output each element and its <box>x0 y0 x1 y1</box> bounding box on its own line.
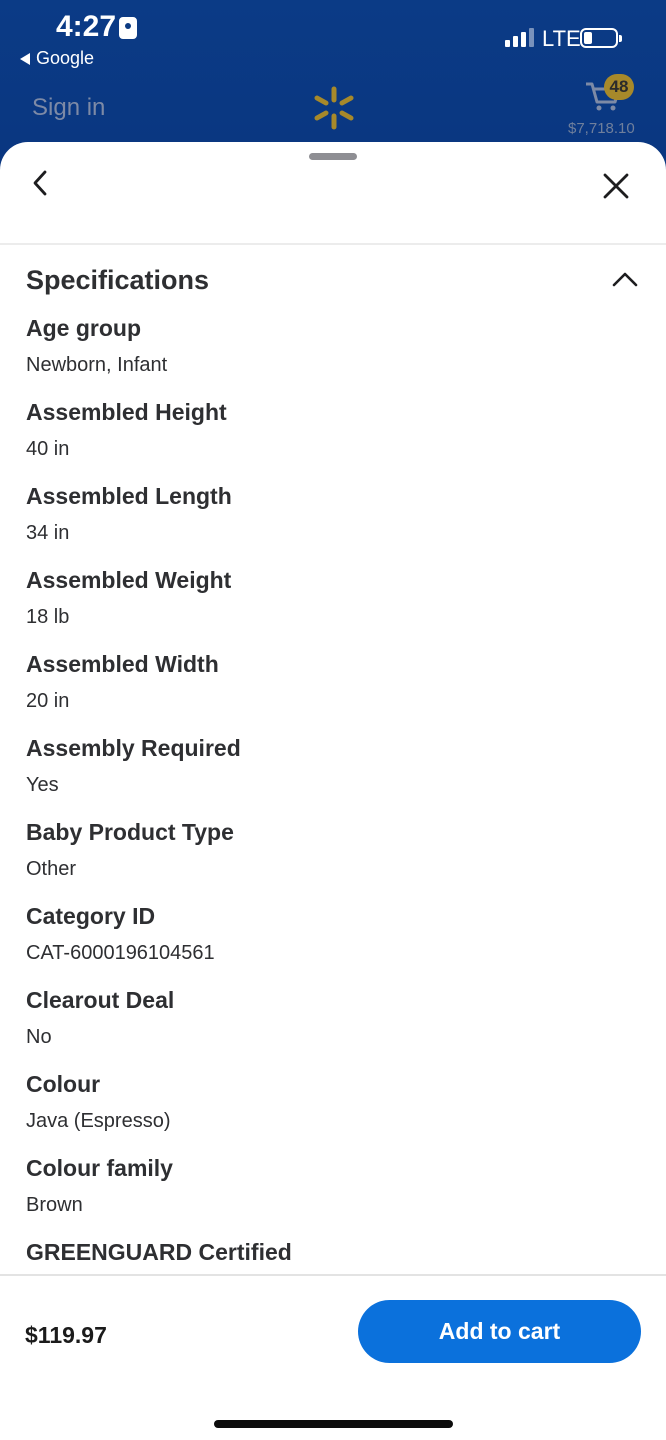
chevron-up-icon <box>612 272 638 287</box>
spec-label: Colour <box>26 1071 101 1097</box>
back-to-app-link[interactable]: Google <box>20 48 94 69</box>
spec-value: Brown <box>26 1194 83 1216</box>
spec-label: Colour family <box>26 1155 173 1181</box>
back-app-label: Google <box>36 48 95 68</box>
spec-item: Assembled Height 40 in <box>26 396 640 480</box>
spec-value: 40 in <box>26 438 70 460</box>
section-title: Specifications <box>26 264 210 295</box>
walmart-spark-logo[interactable] <box>312 86 356 130</box>
spec-value: CAT-6000196104561 <box>26 942 215 964</box>
close-icon[interactable] <box>598 168 634 204</box>
spec-label: Baby Product Type <box>26 819 234 845</box>
cart-count-badge: 48 <box>604 74 634 100</box>
back-triangle-icon <box>20 52 30 65</box>
spec-item: Colour family Brown <box>26 1152 640 1236</box>
purchase-footer: $119.97 Add to cart <box>0 1274 666 1440</box>
network-label: LTE <box>542 26 581 51</box>
spec-item: Clearout Deal No <box>26 984 640 1068</box>
contact-card-icon <box>119 17 137 39</box>
specifications-sheet: Specifications Age group Newborn, Infant… <box>0 142 666 1440</box>
back-chevron-icon[interactable] <box>26 166 60 200</box>
spec-value: Yes <box>26 774 59 796</box>
cart-total: $7,718.10 <box>568 120 635 137</box>
spec-list: Age group Newborn, Infant Assembled Heig… <box>26 312 640 1320</box>
spec-item: Colour Java (Espresso) <box>26 1068 640 1152</box>
spec-value: Newborn, Infant <box>26 354 168 376</box>
spec-label: Assembled Weight <box>26 567 232 593</box>
status-time: 4:27 <box>56 10 117 43</box>
spec-value: Other <box>26 858 77 880</box>
sheet-divider <box>0 243 666 245</box>
spec-label: Assembled Length <box>26 483 232 509</box>
spec-item: Assembly Required Yes <box>26 732 640 816</box>
spec-label: Clearout Deal <box>26 987 175 1013</box>
spec-label: Category ID <box>26 903 156 929</box>
spec-label: Assembled Height <box>26 399 227 425</box>
spec-label: Assembled Width <box>26 651 219 677</box>
spec-item: Age group Newborn, Infant <box>26 312 640 396</box>
cell-signal-icon <box>505 28 534 47</box>
spec-item: Assembled Width 20 in <box>26 648 640 732</box>
sign-in-link[interactable]: Sign in <box>32 94 105 122</box>
product-price: $119.97 <box>25 1322 107 1348</box>
spec-value: 34 in <box>26 522 70 544</box>
battery-icon <box>580 28 622 48</box>
spec-item: Assembled Weight 18 lb <box>26 564 640 648</box>
specifications-toggle[interactable]: Specifications <box>26 260 640 300</box>
spec-item: Category ID CAT-6000196104561 <box>26 900 640 984</box>
spec-value: 20 in <box>26 690 70 712</box>
spec-value: No <box>26 1026 52 1048</box>
spec-label: Age group <box>26 315 141 341</box>
add-to-cart-button[interactable]: Add to cart <box>358 1300 641 1363</box>
spec-label: GREENGUARD Certified <box>26 1239 292 1265</box>
spec-item: Baby Product Type Other <box>26 816 640 900</box>
spec-value: 18 lb <box>26 606 70 628</box>
sheet-grabber[interactable] <box>309 153 357 160</box>
home-indicator[interactable] <box>214 1420 453 1428</box>
spec-value: Java (Espresso) <box>26 1110 171 1132</box>
spec-label: Assembly Required <box>26 735 241 761</box>
spec-item: Assembled Length 34 in <box>26 480 640 564</box>
